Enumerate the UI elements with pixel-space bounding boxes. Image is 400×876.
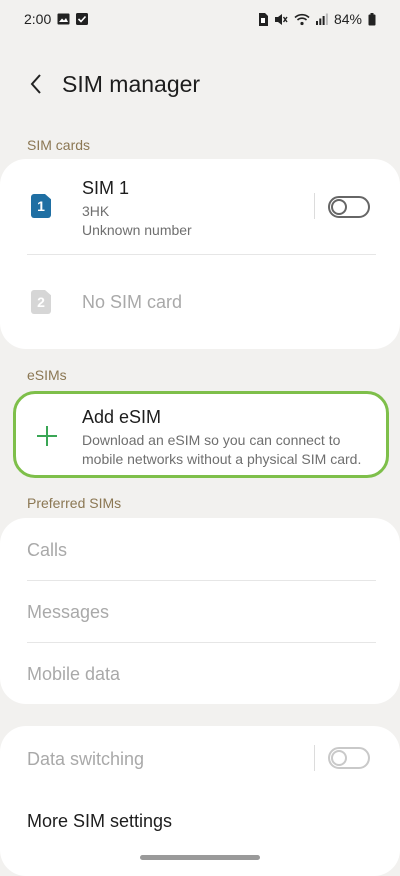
preferred-item-label: Calls — [27, 540, 68, 560]
more-sim-settings-row[interactable]: More SIM settings — [0, 788, 400, 850]
add-esim-title: Add eSIM — [82, 407, 162, 427]
sim2-row: 2 No SIM card — [0, 255, 400, 349]
sim-icon — [258, 12, 268, 26]
preferred-item-messages: Messages — [0, 581, 400, 642]
checkbox-icon — [76, 13, 89, 25]
preferred-sims-card: Calls Messages Mobile data — [0, 518, 400, 704]
toggle-separator — [314, 745, 315, 771]
battery-icon — [368, 12, 376, 26]
gesture-nav-handle[interactable] — [140, 855, 260, 860]
toggle-separator — [314, 193, 315, 219]
status-left: 2:00 — [24, 11, 89, 27]
back-chevron-icon — [30, 74, 41, 94]
battery-percent: 84% — [333, 11, 362, 27]
sim-cards-card: 1 SIM 1 3HK Unknown number 2 No SIM card — [0, 159, 400, 349]
mute-icon — [274, 13, 288, 26]
add-esim-button[interactable]: Add eSIM Download an eSIM so you can con… — [13, 391, 389, 478]
data-switching-row: Data switching — [0, 726, 400, 788]
sim1-toggle[interactable] — [328, 196, 370, 218]
section-label-preferred-sims: Preferred SIMs — [27, 495, 122, 511]
preferred-item-calls: Calls — [0, 518, 400, 580]
page-title: SIM manager — [62, 70, 201, 97]
sim1-name: SIM 1 — [82, 178, 130, 198]
section-label-sim-cards: SIM cards — [27, 137, 91, 153]
status-bar: 2:00 84% — [0, 0, 400, 38]
data-switching-toggle[interactable] — [328, 747, 370, 769]
sim1-row[interactable]: 1 SIM 1 3HK Unknown number — [0, 159, 400, 254]
app-header: SIM manager — [0, 62, 400, 106]
signal-icon — [315, 13, 328, 25]
sim1-number: Unknown number — [82, 222, 192, 238]
sim2-badge-icon: 2 — [31, 290, 51, 314]
sim1-carrier: 3HK — [82, 203, 110, 219]
status-time: 2:00 — [24, 11, 52, 27]
preferred-item-label: Messages — [27, 602, 110, 622]
toggle-knob — [331, 750, 347, 766]
data-switching-label: Data switching — [27, 749, 145, 769]
sim1-badge-icon: 1 — [31, 194, 51, 218]
toggle-knob — [331, 199, 347, 215]
sim2-status: No SIM card — [82, 292, 183, 312]
more-sim-settings-label: More SIM settings — [27, 811, 173, 831]
section-label-esims: eSIMs — [27, 367, 67, 383]
preferred-item-label: Mobile data — [27, 664, 121, 684]
status-right: 84% — [258, 11, 376, 27]
other-settings-card: Data switching More SIM settings — [0, 726, 400, 876]
preferred-item-mobile-data: Mobile data — [0, 643, 400, 704]
image-icon — [57, 13, 70, 25]
back-button[interactable] — [14, 62, 58, 106]
add-esim-description: Download an eSIM so you can connect to m… — [82, 432, 362, 467]
plus-icon — [37, 426, 57, 446]
wifi-icon — [294, 13, 310, 26]
